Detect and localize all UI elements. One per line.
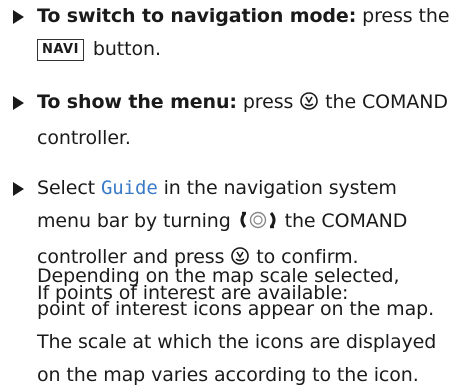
guide-menu-item: Guide bbox=[100, 177, 158, 199]
bullet-arrow-icon bbox=[13, 96, 24, 110]
step-label: To switch to navigation mode: bbox=[37, 5, 357, 27]
navi-button-key: NAVI bbox=[37, 39, 84, 61]
paragraph-line: Depending on the map scale selected, bbox=[37, 265, 400, 287]
bullet-arrow-icon bbox=[13, 182, 24, 196]
press-controller-icon bbox=[299, 89, 319, 122]
info-paragraph: Depending on the map scale selected, poi… bbox=[37, 260, 457, 392]
paragraph-line: The scale at which the icons are display… bbox=[37, 331, 437, 353]
step-show-menu: To show the menu: press the COMAND contr… bbox=[13, 86, 457, 155]
step-label: To show the menu: bbox=[37, 91, 237, 113]
step-switch-navigation: To switch to navigation mode: press the … bbox=[13, 0, 457, 66]
manual-page: To switch to navigation mode: press the … bbox=[0, 0, 463, 390]
paragraph-line: on the map varies according to the icon. bbox=[37, 364, 419, 386]
turn-controller-icon bbox=[237, 208, 279, 241]
paragraph-line: point of interest icons appear on the ma… bbox=[37, 298, 435, 320]
bullet-arrow-icon bbox=[13, 10, 24, 24]
